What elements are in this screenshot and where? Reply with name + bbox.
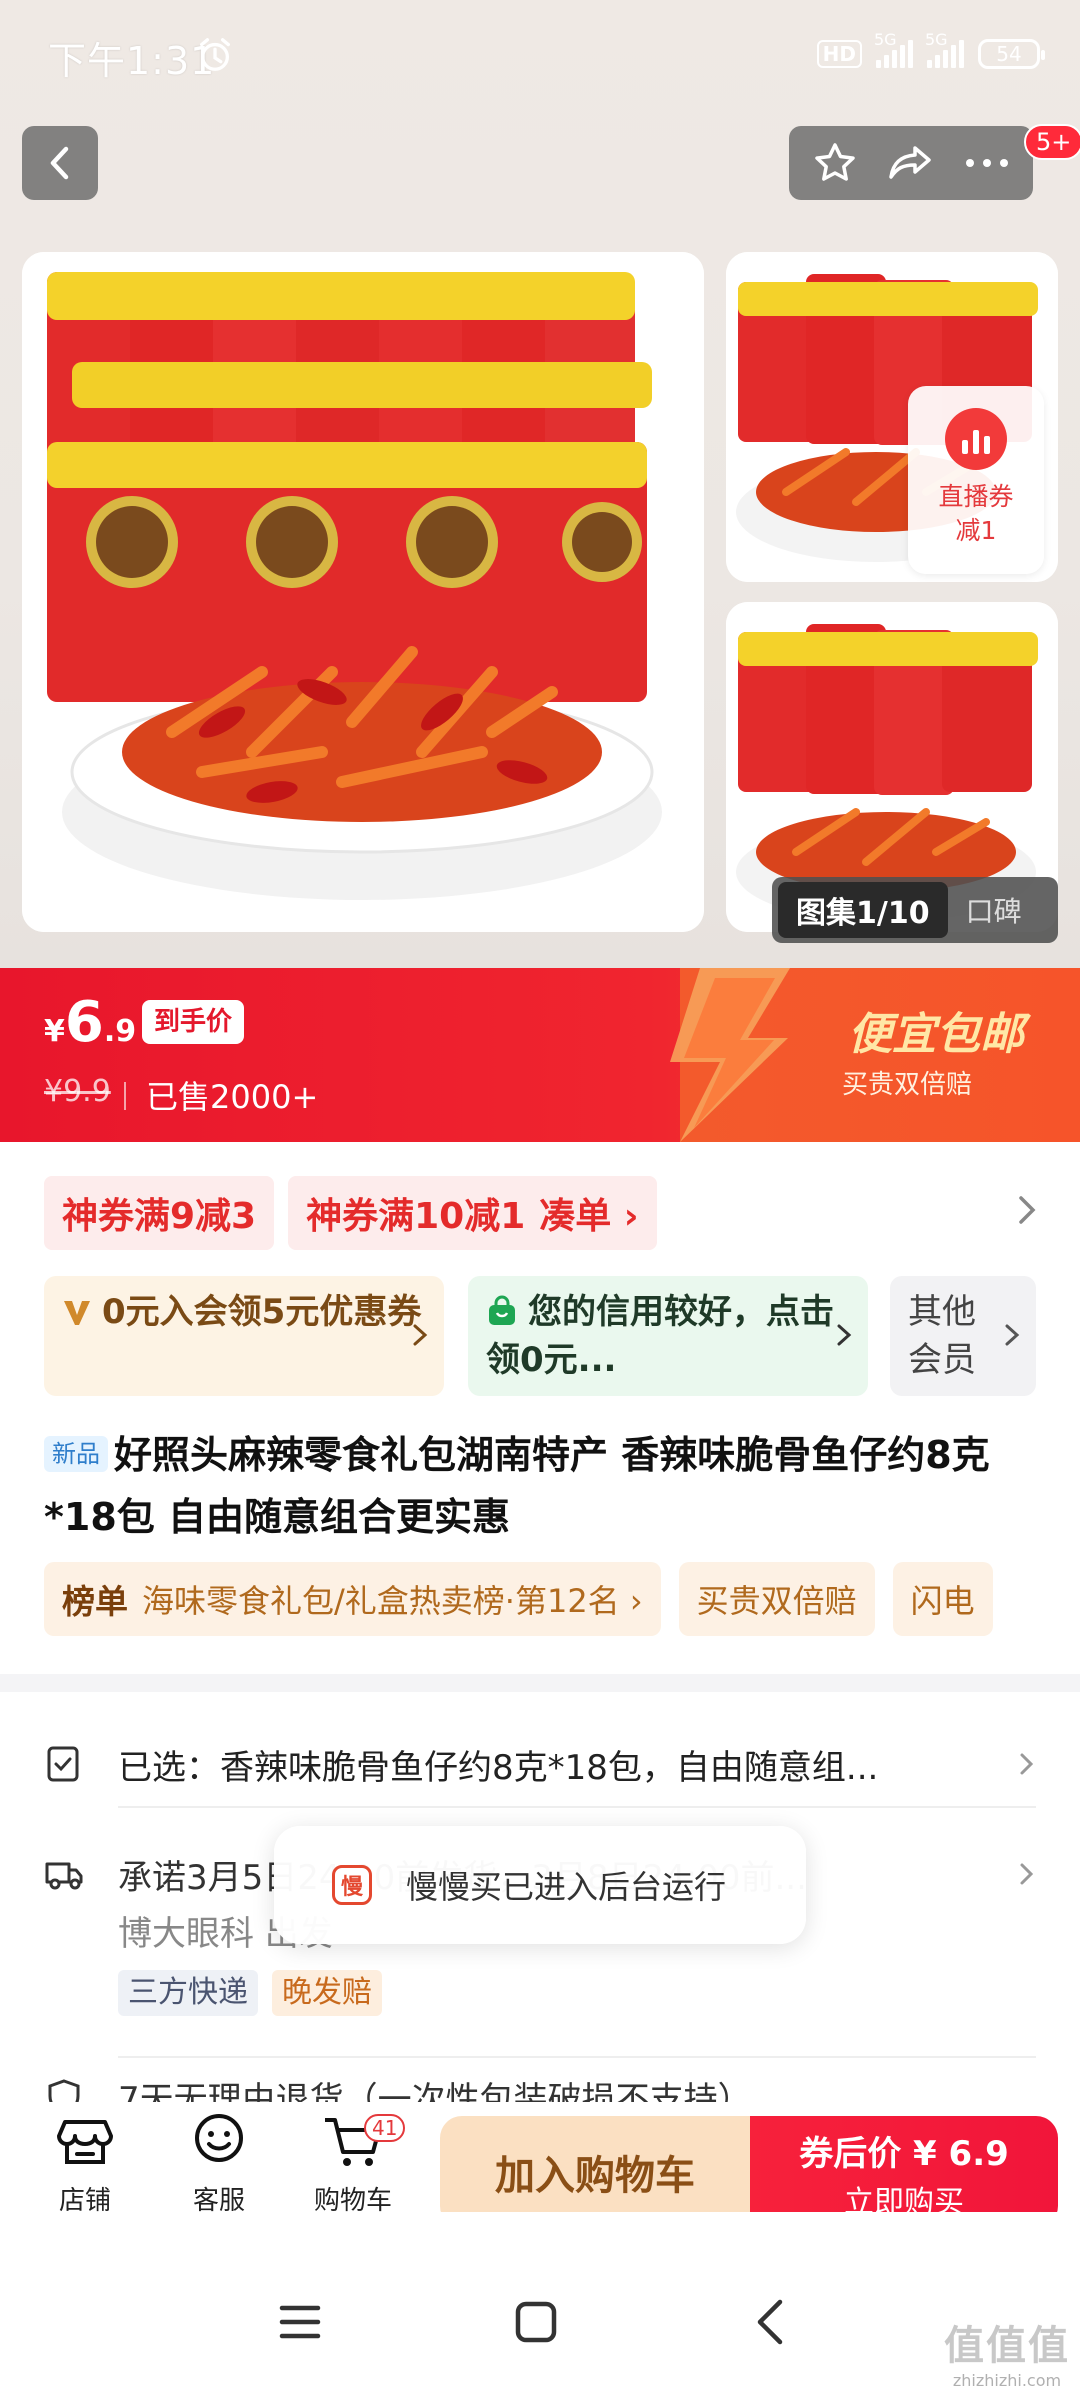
- share-icon: [889, 146, 931, 179]
- chevron-right-icon: [1020, 1863, 1034, 1885]
- original-price: ¥9.9: [44, 1074, 111, 1109]
- toast-message: 慢慢买已进入后台运行: [406, 1868, 727, 1906]
- system-navigation-bar: 值值值 zhizhizhi.com: [0, 2212, 1080, 2400]
- rank-row: 榜单 海味零食礼包/礼盒热卖榜·第12名 › 买贵双倍赔 闪电: [44, 1562, 993, 1636]
- share-button[interactable]: [879, 131, 943, 195]
- divider: [118, 1806, 1036, 1808]
- product-info-panel: 神券满9减3 神券满10减1 凑单 › 0元入会领5元优惠券 您的信用较好，点击…: [0, 1142, 1080, 1674]
- tab-gallery[interactable]: 图集1/10: [778, 882, 948, 938]
- star-icon: [815, 143, 855, 181]
- watermark: 值值值 zhizhizhi.com: [944, 2323, 1070, 2390]
- price-banner: ¥ 6 .9 到手价 ¥9.9 已售2000+ 便宜包邮 买贵双倍赔: [0, 968, 1080, 1142]
- late-compensation-tag: 晚发赔: [272, 1970, 382, 2016]
- main-product-image[interactable]: [22, 252, 704, 932]
- back-nav-icon[interactable]: [742, 2292, 802, 2352]
- back-button[interactable]: [22, 126, 98, 200]
- shop-button[interactable]: 店铺: [30, 2108, 140, 2217]
- favorite-button[interactable]: [803, 131, 867, 195]
- status-time: 下午1:31: [48, 39, 216, 83]
- ranking-chip[interactable]: 榜单 海味零食礼包/礼盒热卖榜·第12名 ›: [44, 1562, 661, 1636]
- spec-check-icon: [47, 1746, 79, 1782]
- return-policy-row[interactable]: 7天无理由退货（一次性包装破损不支持）: [44, 2072, 752, 2102]
- credit-benefit-card[interactable]: 您的信用较好，点击领0元...: [468, 1276, 868, 1396]
- tab-reviews[interactable]: 口碑: [948, 890, 1040, 930]
- truck-icon: [45, 1862, 83, 1890]
- home-icon[interactable]: [506, 2292, 566, 2352]
- gallery-tabs: 图集1/10 口碑: [772, 877, 1058, 943]
- product-title: 新品 好照头麻辣零食礼包湖南特产 香辣味脆骨鱼仔约8克*18包 自由随意组合更实惠: [44, 1433, 990, 1539]
- chevron-right-icon: [1005, 1324, 1020, 1346]
- coupon-chip[interactable]: 神券满10减1 凑单 ›: [288, 1176, 657, 1250]
- status-icons: HD 5G 5G 54: [816, 30, 1045, 74]
- chevron-right-icon: [837, 1324, 852, 1346]
- hd-badge: HD: [816, 40, 862, 68]
- product-photo: [22, 252, 704, 932]
- price-guarantee-chip[interactable]: 买贵双倍赔: [678, 1562, 875, 1636]
- app-logo-icon: 慢: [332, 1865, 372, 1905]
- customer-service-button[interactable]: 客服: [164, 2108, 274, 2217]
- spec-select-row[interactable]: 已选：香辣味脆骨鱼仔约8克*18包，自由随意组...: [44, 1732, 1036, 1796]
- menu-icon[interactable]: [270, 2292, 330, 2352]
- divider: [124, 1082, 126, 1110]
- promo-title: 便宜包邮: [848, 1009, 1024, 1060]
- new-badge: 新品: [44, 1436, 108, 1472]
- divider: [118, 2056, 1036, 2058]
- cart-count-badge: 41: [364, 2114, 406, 2142]
- chevron-right-icon[interactable]: [1012, 1190, 1042, 1230]
- message-count-badge: 5+: [1024, 124, 1080, 160]
- promo-subtitle: 买贵双倍赔: [841, 1070, 972, 1100]
- bottom-action-bar: 店铺 客服 购物车 41 加入购物车 券后价 ¥ 6.9 立即购买: [0, 2102, 1080, 2228]
- signal-icon: 5G: [925, 30, 964, 68]
- flash-delivery-chip[interactable]: 闪电: [892, 1562, 993, 1636]
- coupon-chip[interactable]: 神券满9减3: [44, 1176, 275, 1250]
- header-actions: [789, 126, 1033, 200]
- alarm-icon: [200, 38, 230, 71]
- chevron-right-icon: [413, 1324, 428, 1346]
- more-button[interactable]: [955, 131, 1019, 195]
- courier-tag: 三方快递: [118, 1970, 258, 2016]
- other-membership-card[interactable]: 其他会员: [890, 1276, 1036, 1396]
- product-gallery-area: 下午1:31 HD 5G 5G 54 5+ 直播券 减1 图集1/10 口碑: [0, 0, 1080, 968]
- more-dots-icon: [966, 159, 1008, 167]
- store-icon: [57, 2120, 113, 2164]
- live-coupon-badge[interactable]: 直播券 减1: [908, 386, 1044, 574]
- live-bars-icon: [945, 408, 1007, 470]
- signal-icon: 5G: [874, 30, 913, 68]
- smile-chat-icon: [195, 2114, 243, 2162]
- chevron-left-icon: [50, 146, 69, 180]
- membership-coupon-card[interactable]: 0元入会领5元优惠券: [44, 1276, 444, 1396]
- status-bar: 下午1:31 HD 5G 5G 54: [0, 0, 1080, 110]
- current-price: ¥ 6 .9: [44, 990, 137, 1055]
- vip-icon: [64, 1301, 90, 1325]
- chevron-right-icon: [1020, 1753, 1034, 1775]
- coupon-row: 神券满9减3 神券满10减1 凑单 ›: [44, 1176, 657, 1250]
- final-price-tag: 到手价: [142, 1000, 245, 1044]
- battery-icon: 54: [978, 39, 1045, 69]
- shopping-bag-icon: [489, 1295, 515, 1325]
- lightning-icon: [670, 968, 790, 1142]
- shield-icon: [48, 2078, 80, 2102]
- background-run-toast: 慢 慢慢买已进入后台运行: [274, 1826, 806, 1944]
- sold-count: 已售2000+: [146, 1078, 319, 1116]
- combine-order-link[interactable]: 凑单 ›: [539, 1187, 638, 1239]
